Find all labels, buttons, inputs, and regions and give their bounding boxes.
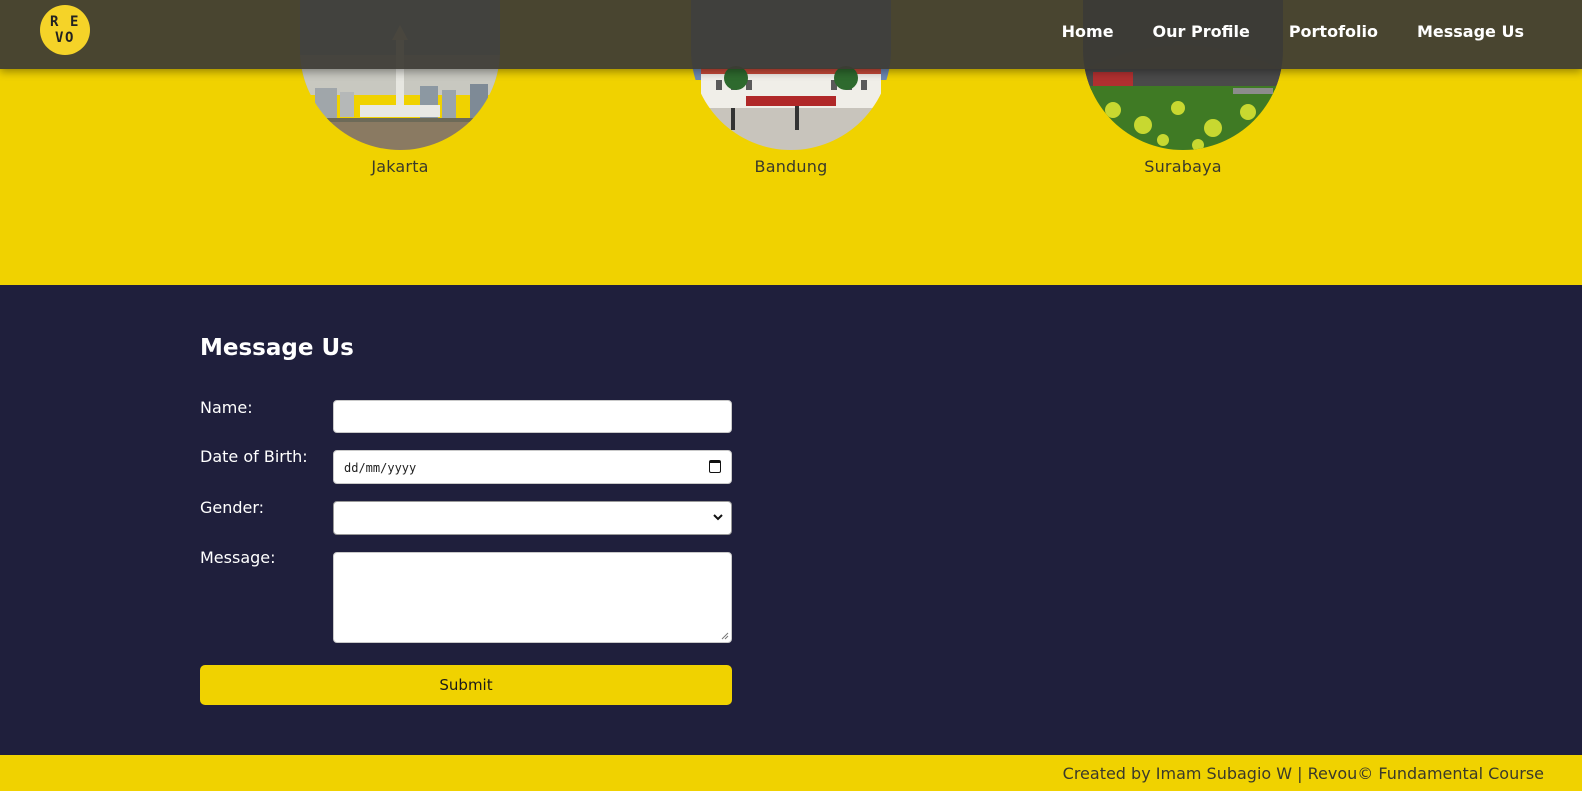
gender-select[interactable] <box>333 501 732 535</box>
city-name-bandung: Bandung <box>754 157 828 176</box>
message-title: Message Us <box>200 335 354 361</box>
gender-label: Gender: <box>200 498 265 517</box>
city-name-jakarta: Jakarta <box>371 157 429 176</box>
name-label: Name: <box>200 398 253 417</box>
footer-credit: Created by Imam Subagio W | Revou© Funda… <box>1062 764 1544 783</box>
message-textarea[interactable] <box>333 552 732 643</box>
resize-handle-icon[interactable] <box>721 632 729 640</box>
logo-letter: O <box>65 30 74 46</box>
message-label: Message: <box>200 548 276 567</box>
nav-link-home[interactable]: Home <box>1062 22 1114 41</box>
logo-letter: R <box>50 14 59 30</box>
site-footer: Created by Imam Subagio W | Revou© Funda… <box>0 755 1582 791</box>
dob-input[interactable]: dd/mm/yyyy <box>333 450 732 484</box>
dob-label: Date of Birth: <box>200 447 308 466</box>
city-name-surabaya: Surabaya <box>1144 157 1222 176</box>
site-header: R E V O Home Our Profile Portofolio Mess… <box>0 0 1582 69</box>
logo-letter: E <box>70 14 79 30</box>
name-input[interactable] <box>333 400 732 433</box>
revo-logo[interactable]: R E V O <box>40 5 90 55</box>
message-section: Message Us Name: Date of Birth: dd/mm/yy… <box>0 285 1582 755</box>
submit-button[interactable]: Submit <box>200 665 732 705</box>
chevron-down-icon <box>713 514 723 521</box>
main-nav: Home Our Profile Portofolio Message Us <box>1023 22 1524 41</box>
logo-letter: V <box>55 30 64 46</box>
dob-placeholder: dd/mm/yyyy <box>344 461 417 475</box>
nav-link-message-us[interactable]: Message Us <box>1417 22 1524 41</box>
nav-link-our-profile[interactable]: Our Profile <box>1153 22 1250 41</box>
calendar-icon[interactable] <box>709 460 721 473</box>
nav-link-portofolio[interactable]: Portofolio <box>1289 22 1378 41</box>
